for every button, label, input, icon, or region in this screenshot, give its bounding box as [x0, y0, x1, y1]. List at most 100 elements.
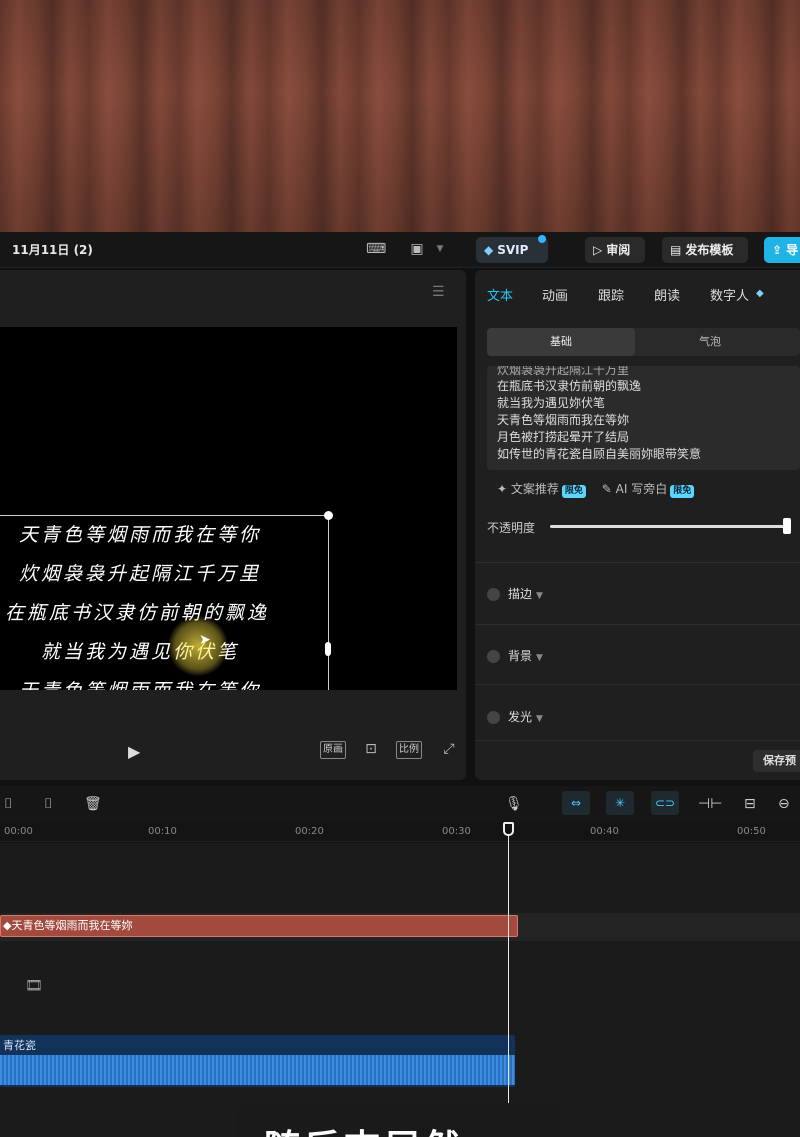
svip-button[interactable]: ◆ SVIP	[476, 235, 548, 263]
notification-dot	[538, 235, 546, 243]
link-track-icon[interactable]: ⇔	[562, 791, 590, 815]
timeline-ruler[interactable]: 00:00 00:10 00:20 00:30 00:40 00:50	[0, 822, 800, 842]
opacity-slider-thumb[interactable]	[783, 518, 791, 534]
original-quality-button[interactable]: 原画	[320, 741, 346, 759]
text-line: 月色被打捞起晕开了结局	[497, 430, 630, 444]
lyric-line: 在瓶底书汉隶仿前朝的飘逸	[4, 602, 269, 624]
free-badge: 限免	[670, 485, 695, 498]
playhead-handle[interactable]	[503, 822, 514, 836]
subtab-bubble[interactable]: 气泡	[635, 328, 785, 356]
tab-read-aloud[interactable]: 朗读	[654, 285, 680, 304]
diamond-icon: ◆	[484, 243, 494, 257]
preview-panel: ☰ 天青色等烟雨而我在等你 炊烟袅袅升起隔江千万里 在瓶底书汉隶仿前朝的飘逸 就…	[0, 270, 466, 780]
zoom-out-icon[interactable]: ⊖	[778, 796, 790, 812]
selection-box-right	[328, 515, 329, 690]
inspector-panel: 文本 动画 跟踪 朗读 数字人 ◆ 基础 气泡 炊烟袅袅升起隔江千万里 在瓶底书…	[475, 270, 800, 780]
diamond-icon: ◆	[756, 288, 764, 299]
time-tick: 00:10	[148, 826, 177, 837]
cursor-highlight	[168, 616, 228, 676]
chevron-down-icon[interactable]: ▼	[430, 240, 450, 258]
sparkle-icon: ✦	[497, 482, 508, 496]
export-button[interactable]: ⇪ 导	[764, 237, 800, 263]
timeline-tracks: ◆天青色等烟雨而我在等妳 🎞 青花瓷	[0, 843, 800, 1137]
text-line: 在瓶底书汉隶仿前朝的飘逸	[497, 379, 642, 393]
opacity-label: 不透明度	[487, 521, 536, 535]
text-clip[interactable]: ◆天青色等烟雨而我在等妳	[0, 915, 518, 937]
preview-icon[interactable]: ⊟	[744, 796, 756, 812]
text-line: 如传世的青花瓷自顾自美丽妳眼带笑意	[497, 447, 702, 461]
divider	[475, 740, 800, 741]
pen-icon: ✎	[601, 482, 612, 496]
project-title: 11月11日 (2)	[12, 243, 93, 257]
subtab-basic[interactable]: 基础	[487, 328, 635, 356]
divider	[475, 562, 800, 563]
checkbox[interactable]	[487, 588, 500, 601]
divider	[475, 684, 800, 685]
text-content-input[interactable]: 炊烟袅袅升起隔江千万里 在瓶底书汉隶仿前朝的飘逸 就当我为遇见妳伏笔 天青色等烟…	[487, 366, 800, 470]
review-icon: ▷	[593, 243, 603, 257]
time-tick: 00:00	[4, 826, 33, 837]
publish-template-button[interactable]: ▤ 发布模板	[662, 237, 748, 263]
divider	[475, 624, 800, 625]
lyric-line: 就当我为遇见你伏笔	[40, 641, 239, 663]
layout-icon[interactable]: ▣	[407, 240, 427, 258]
mouse-cursor-icon: ➤	[199, 632, 211, 648]
checkbox[interactable]	[487, 711, 500, 724]
subtitle-overlay: 随后志居然	[236, 1103, 566, 1137]
lyric-line: 天青色等烟雨而我在等你	[0, 676, 280, 690]
opacity-slider[interactable]	[550, 525, 790, 528]
tab-digital-human[interactable]: 数字人	[710, 285, 749, 304]
time-tick: 00:50	[737, 826, 766, 837]
lyric-line: 天青色等烟雨而我在等你	[18, 524, 261, 546]
menu-icon[interactable]: ☰	[432, 284, 445, 300]
selection-box-top	[0, 515, 330, 516]
app-topbar: 11月11日 (2) ⌨ ▣ ▼ ◆ SVIP ▷ 审阅 ▤ 发布模板 ⇪ 导	[0, 232, 800, 268]
subtitle-text: 随后志居然	[264, 1119, 464, 1137]
keyboard-icon[interactable]: ⌨	[366, 240, 386, 258]
share-icon: ⇪	[772, 243, 783, 257]
save-preset-button[interactable]: 保存预	[753, 750, 800, 772]
time-tick: 00:30	[442, 826, 471, 837]
preview-canvas[interactable]: 天青色等烟雨而我在等你 炊烟袅袅升起隔江千万里 在瓶底书汉隶仿前朝的飘逸 就当我…	[0, 327, 457, 690]
tab-animation[interactable]: 动画	[542, 285, 568, 304]
microphone-icon[interactable]: 🎙	[505, 796, 523, 812]
split-right-icon[interactable]: ⌷	[44, 796, 52, 812]
resize-handle[interactable]	[325, 642, 331, 656]
audio-waveform	[0, 1055, 515, 1085]
timeline-toolbar: ⌷ ⌷ 🗑 🎙 ⇔ ✳ ⊂⊃ ⊣⊢ ⊟ ⊖	[0, 786, 800, 822]
tab-text[interactable]: 文本	[487, 285, 513, 304]
link-clip-icon[interactable]: ⊂⊃	[651, 791, 679, 815]
audio-clip-label: 青花瓷	[3, 1039, 36, 1052]
chevron-down-icon: ▼	[536, 653, 543, 663]
film-icon: 🎞	[25, 978, 43, 994]
tab-tracking[interactable]: 跟踪	[598, 285, 624, 304]
glow-option[interactable]: 发光 ▼	[487, 708, 543, 725]
subtab-bar: 基础 气泡	[487, 328, 800, 356]
template-icon: ▤	[670, 243, 682, 257]
checkbox[interactable]	[487, 650, 500, 663]
time-tick: 00:20	[295, 826, 324, 837]
ai-narration-button[interactable]: AI 写旁白	[616, 482, 668, 496]
fullscreen-icon[interactable]: ⤢	[439, 740, 459, 758]
background-option[interactable]: 背景 ▼	[487, 647, 543, 664]
play-icon[interactable]: ▶	[128, 742, 140, 761]
ai-tools-row: ✦ 文案推荐 限免 ✎ AI 写旁白 限免	[497, 480, 695, 498]
copy-recommend-button[interactable]: 文案推荐	[511, 482, 559, 496]
chevron-down-icon: ▼	[536, 591, 543, 601]
review-button[interactable]: ▷ 审阅	[585, 237, 645, 263]
focus-icon[interactable]: ⊡	[361, 740, 381, 758]
delete-icon[interactable]: 🗑	[84, 796, 102, 812]
snap-icon[interactable]: ✳	[606, 791, 634, 815]
time-tick: 00:40	[590, 826, 619, 837]
lyric-line: 炊烟袅袅升起隔江千万里	[18, 563, 261, 585]
text-line: 天青色等烟雨而我在等妳	[497, 413, 630, 427]
free-badge: 限免	[561, 485, 586, 498]
playhead[interactable]	[508, 826, 509, 1137]
curtain-background	[0, 0, 800, 232]
split-left-icon[interactable]: ⌷	[4, 796, 12, 812]
resize-handle[interactable]	[324, 511, 333, 520]
audio-clip[interactable]: 青花瓷	[0, 1035, 515, 1087]
ratio-button[interactable]: 比例	[396, 741, 422, 759]
stroke-option[interactable]: 描边 ▼	[487, 585, 543, 602]
split-icon[interactable]: ⊣⊢	[698, 796, 722, 812]
